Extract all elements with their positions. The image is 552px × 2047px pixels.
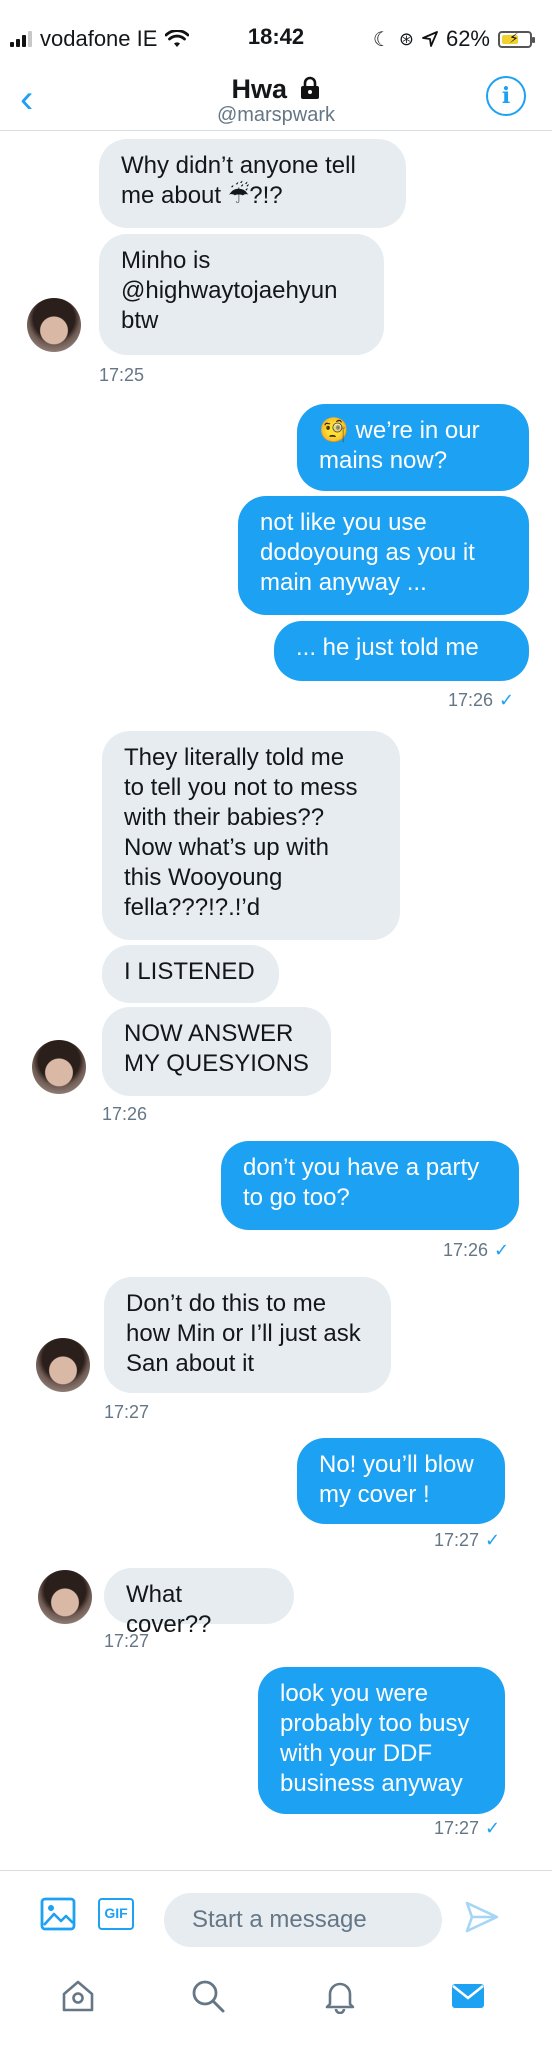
timestamp: 17:27	[104, 1631, 150, 1651]
status-right: ☾ ⊛ 62% ⚡	[372, 24, 535, 54]
incoming-message[interactable]: I LISTENED	[102, 945, 279, 1003]
message-composer: GIF Start a message	[0, 1870, 552, 1971]
timestamp-text: 17:27	[434, 1818, 480, 1838]
battery-percent: 62%	[445, 26, 490, 51]
timestamp: 17:27	[104, 1402, 150, 1422]
incoming-message[interactable]: They literally told me to tell you not t…	[102, 731, 400, 940]
timestamp: 17:26	[102, 1104, 148, 1124]
timestamp-text: 17:26	[448, 690, 494, 710]
checkmark-icon: ✓	[494, 1240, 510, 1260]
incoming-message[interactable]: Don’t do this to me how Min or I’ll just…	[104, 1277, 391, 1393]
bell-icon[interactable]	[322, 1978, 358, 2014]
checkmark-icon: ✓	[485, 1818, 501, 1838]
contact-name-row: Hwa	[0, 74, 552, 105]
battery-icon: ⚡	[498, 30, 535, 48]
outgoing-message[interactable]: don’t you have a party to go too?	[221, 1141, 519, 1230]
timestamp-text: 17:26	[443, 1240, 489, 1260]
timestamp: 17:27 ✓	[434, 1530, 500, 1551]
tab-bar	[0, 1970, 552, 2047]
incoming-message[interactable]: What cover??	[104, 1568, 294, 1638]
incoming-message[interactable]: Minho is @highwaytojaehyun btw	[99, 234, 384, 355]
gif-icon[interactable]: GIF	[98, 1898, 134, 1930]
avatar[interactable]	[36, 1338, 90, 1392]
message-input[interactable]: Start a message	[164, 1893, 442, 1947]
avatar[interactable]	[38, 1570, 92, 1624]
contact-handle: @marspwark	[216, 104, 336, 126]
moon-icon: ☾	[372, 28, 391, 51]
image-icon[interactable]	[40, 1896, 76, 1932]
outgoing-message[interactable]: 🧐 we’re in our mains now?	[297, 404, 529, 491]
outgoing-message[interactable]: No! you’ll blow my cover !	[297, 1438, 505, 1524]
timestamp-text: 17:27	[434, 1530, 480, 1550]
search-icon[interactable]	[190, 1978, 226, 2014]
location-icon	[422, 31, 438, 47]
conversation-header: ‹ Hwa @marspwark i	[0, 74, 552, 131]
incoming-message[interactable]: NOW ANSWER MY QUESYIONS	[102, 1007, 331, 1096]
avatar[interactable]	[32, 1040, 86, 1094]
avatar[interactable]	[27, 298, 81, 352]
outgoing-message[interactable]: not like you use dodoyoung as you it mai…	[238, 496, 529, 615]
rotation-lock-icon: ⊛	[398, 28, 414, 49]
send-icon[interactable]	[465, 1901, 499, 1933]
gif-label: GIF	[104, 1905, 128, 1921]
outgoing-message[interactable]: look you were probably too busy with you…	[258, 1667, 505, 1814]
timestamp: 17:25	[99, 365, 145, 385]
checkmark-icon: ✓	[485, 1530, 501, 1550]
checkmark-icon: ✓	[499, 690, 515, 710]
outgoing-message[interactable]: ... he just told me	[274, 621, 529, 681]
contact-name: Hwa	[231, 74, 287, 104]
home-icon[interactable]	[60, 1978, 96, 2014]
incoming-message[interactable]: Why didn’t anyone tell me about ☔?!?	[99, 139, 406, 228]
lock-icon	[300, 76, 319, 99]
timestamp: 17:27 ✓	[434, 1818, 500, 1839]
info-icon[interactable]: i	[486, 76, 526, 116]
status-bar: vodafone IE 18:42 ☾ ⊛ 62% ⚡	[0, 0, 552, 74]
mail-icon[interactable]	[450, 1978, 486, 2014]
timestamp: 17:26 ✓	[448, 690, 514, 711]
timestamp: 17:26 ✓	[443, 1240, 509, 1261]
